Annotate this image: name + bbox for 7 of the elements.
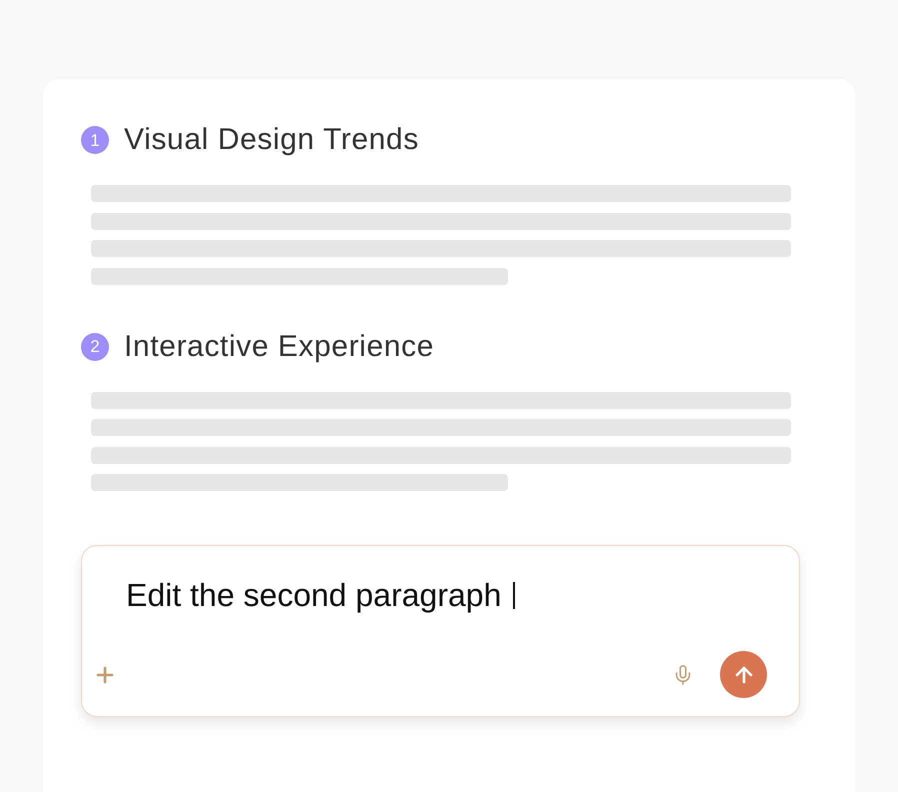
input-text: Edit the second paragraph — [126, 577, 502, 613]
section-title: Interactive Experience — [124, 330, 434, 362]
send-button[interactable] — [720, 651, 767, 698]
section-number: 1 — [81, 126, 109, 154]
section-title: Visual Design Trends — [124, 124, 419, 156]
prompt-input-box[interactable]: Edit the second paragraph — [81, 545, 800, 717]
section-number: 2 — [81, 332, 109, 360]
